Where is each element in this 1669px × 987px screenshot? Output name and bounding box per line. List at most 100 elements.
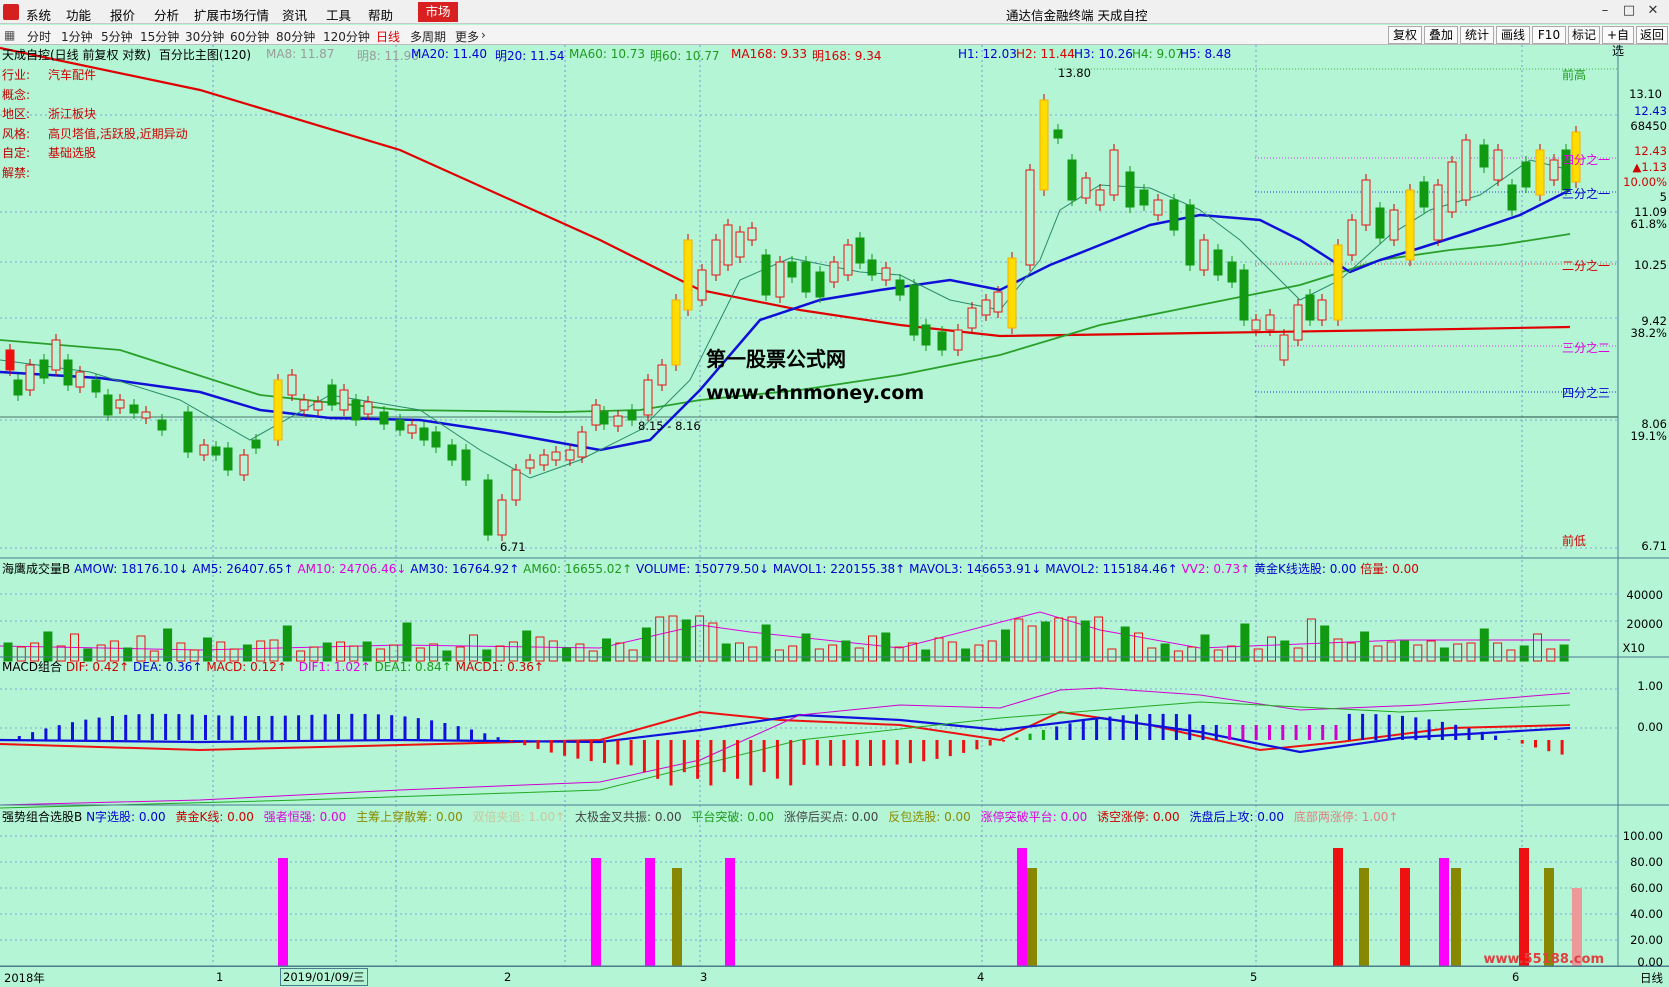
- axis-price: 6.71: [1641, 539, 1667, 553]
- signal-bar: [1451, 868, 1461, 966]
- candle-body: [395, 419, 405, 431]
- candle-body: [1213, 249, 1223, 276]
- volume-bar: [1054, 617, 1064, 662]
- volume-bar: [588, 650, 598, 662]
- volume-bar: [774, 649, 784, 662]
- candle-body: [591, 404, 601, 426]
- period-30min[interactable]: 30分钟: [185, 28, 224, 45]
- volume-bar: [708, 622, 718, 662]
- minimize-icon[interactable]: –: [1594, 3, 1616, 21]
- macd-value: DEA: 0.36↑: [133, 660, 203, 674]
- vol-value: 黄金K线选股: 0.00: [1253, 562, 1357, 576]
- candle-body: [697, 269, 707, 301]
- info-value: 高贝塔值,活跃股,近期异动: [48, 126, 188, 141]
- period-intraday[interactable]: 分时: [27, 28, 51, 45]
- period-5min[interactable]: 5分钟: [101, 28, 133, 45]
- menu-news[interactable]: 资讯: [282, 5, 307, 24]
- indicator-title[interactable]: 百分比主图(120): [159, 48, 251, 62]
- vol-axis: 40000: [1626, 588, 1663, 602]
- axis-price: 68450: [1630, 119, 1667, 133]
- fib-label: 二分之一: [1562, 259, 1611, 273]
- candle-body: [339, 389, 349, 411]
- chevron-right-icon[interactable]: ›: [481, 28, 486, 42]
- menu-function[interactable]: 功能: [66, 5, 91, 24]
- cursor-date: 2019/01/09/三: [280, 968, 368, 986]
- volume-bar: [761, 624, 771, 662]
- candle-body: [141, 411, 151, 419]
- vol-value: MAVOL2: 115184.46↑: [1045, 562, 1178, 576]
- volume-bar: [1506, 649, 1516, 662]
- period-daily[interactable]: 日线: [376, 28, 400, 45]
- market-button[interactable]: 市场: [418, 2, 458, 22]
- overlay-button[interactable]: 叠加: [1424, 26, 1458, 44]
- volume-bar: [1439, 647, 1449, 662]
- volume-bar: [721, 643, 731, 662]
- vol-value: AM10: 24706.46↓: [297, 562, 407, 576]
- candle-body: [627, 409, 637, 421]
- menu-extended-market[interactable]: 扩展市场行情: [194, 5, 269, 24]
- candle-body: [75, 371, 85, 388]
- kline-chart[interactable]: [0, 45, 1669, 966]
- candle-body: [447, 444, 457, 461]
- volume-bar: [1040, 621, 1050, 662]
- mark-button[interactable]: 标记: [1568, 26, 1600, 44]
- h-value: H4: 9.07: [1132, 47, 1184, 61]
- volume-bar: [1453, 643, 1463, 662]
- site-watermark: www.55188.com: [1483, 952, 1605, 967]
- volume-pane-title[interactable]: 海鹰成交量B: [2, 562, 70, 576]
- back-button[interactable]: 返回: [1636, 26, 1668, 44]
- watermark-url: www.chnmoney.com: [706, 382, 925, 404]
- signal-value: 平台突破: 0.00: [691, 810, 774, 824]
- signal-value: 涨停突破平台: 0.00: [980, 810, 1088, 824]
- menu-tools[interactable]: 工具: [326, 5, 351, 24]
- vol-value: 倍量: 0.00: [1360, 562, 1419, 576]
- moving-averages: [0, 46, 1571, 809]
- macd-value: DIF1: 1.02↑: [298, 660, 371, 674]
- signal-value: 洗盘后上攻: 0.00: [1189, 810, 1285, 824]
- menu-analysis[interactable]: 分析: [154, 5, 179, 24]
- vol-value: AM60: 16655.02↑: [523, 562, 633, 576]
- toolbar-grid-icon[interactable]: ▦: [4, 28, 15, 42]
- period-80min[interactable]: 80分钟: [276, 28, 315, 45]
- candle-body: [1389, 209, 1399, 241]
- period-more[interactable]: 更多: [455, 28, 479, 45]
- candle-body: [1333, 244, 1343, 321]
- info-key: 风格:: [2, 126, 31, 141]
- candle-body: [1279, 334, 1289, 361]
- volume-bar: [1014, 618, 1024, 662]
- candle-body: [251, 439, 261, 449]
- candle-body: [843, 244, 853, 276]
- period-15min[interactable]: 15分钟: [140, 28, 179, 45]
- volume-bar: [841, 640, 851, 662]
- candle-body: [953, 329, 963, 351]
- draw-button[interactable]: 画线: [1496, 26, 1530, 44]
- period-120min[interactable]: 120分钟: [323, 28, 370, 45]
- app-logo-icon: [3, 4, 19, 20]
- signal-bar: [1359, 868, 1369, 966]
- candle-body: [1251, 319, 1261, 331]
- menu-help[interactable]: 帮助: [368, 5, 393, 24]
- volume-bar: [1306, 618, 1316, 662]
- candle-body: [1199, 239, 1209, 271]
- date-label: 1: [216, 970, 224, 984]
- add-favorite-button[interactable]: +自选: [1602, 26, 1634, 58]
- signal-pane-title[interactable]: 强势组合选股B: [2, 810, 82, 824]
- stats-button[interactable]: 统计: [1460, 26, 1494, 44]
- fib-label: 四分之三: [1562, 386, 1611, 400]
- candle-body: [211, 446, 221, 456]
- menu-system[interactable]: 系统: [26, 5, 51, 24]
- period-60min[interactable]: 60分钟: [230, 28, 269, 45]
- candle-body: [867, 259, 877, 276]
- candle-body: [1361, 179, 1371, 226]
- candle-body: [511, 469, 521, 501]
- period-multi[interactable]: 多周期: [410, 28, 446, 45]
- menu-quote[interactable]: 报价: [110, 5, 135, 24]
- close-icon[interactable]: ✕: [1642, 3, 1664, 21]
- maximize-icon[interactable]: □: [1618, 3, 1640, 21]
- macd-pane-title[interactable]: MACD组合: [2, 660, 62, 674]
- candlesticks: [5, 94, 1581, 541]
- adjust-button[interactable]: 复权: [1388, 26, 1422, 44]
- period-1min[interactable]: 1分钟: [61, 28, 93, 45]
- f10-button[interactable]: F10: [1532, 26, 1566, 44]
- candle-body: [287, 374, 297, 396]
